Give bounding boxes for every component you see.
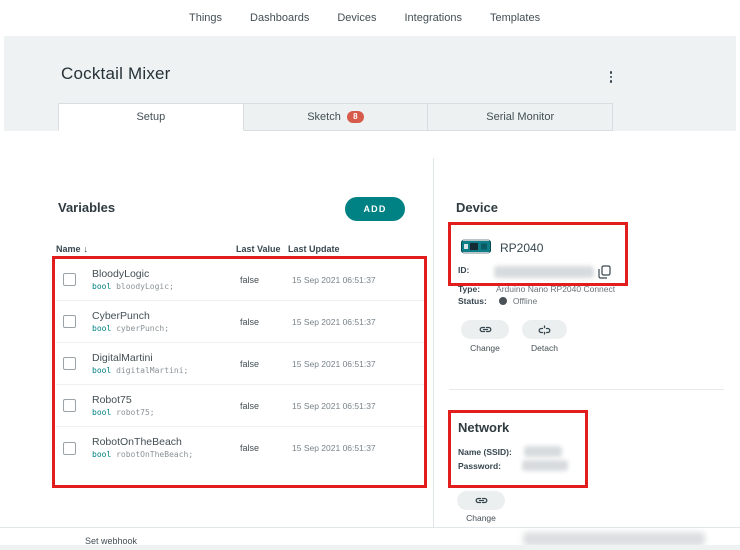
page-title: Cocktail Mixer (61, 64, 171, 84)
bottom-strip (0, 545, 740, 550)
chain-link-icon (479, 325, 492, 334)
tab-sketch[interactable]: Sketch 8 (244, 103, 429, 131)
device-id-value-redacted (494, 266, 594, 278)
variable-row[interactable]: RobotOnTheBeach bool robotOnTheBeach; fa… (56, 427, 424, 469)
sketch-badge: 8 (347, 111, 364, 123)
network-ssid-value-redacted (524, 446, 562, 457)
row-checkbox[interactable] (63, 273, 76, 286)
device-change-button[interactable] (461, 320, 509, 339)
variable-last-value: false (240, 359, 292, 369)
device-change-label: Change (461, 343, 509, 353)
footer-redacted-text (523, 532, 705, 546)
tab-sketch-label: Sketch (307, 111, 341, 123)
variables-table: BloodyLogic bool bloodyLogic; false 15 S… (56, 259, 424, 469)
variable-row[interactable]: DigitalMartini bool digitalMartini; fals… (56, 343, 424, 385)
variable-last-update: 15 Sep 2021 06:51:37 (292, 275, 424, 285)
variable-last-update: 15 Sep 2021 06:51:37 (292, 317, 424, 327)
device-detach-label: Detach (522, 343, 567, 353)
broken-chain-link-icon (538, 325, 551, 335)
device-heading: Device (456, 200, 498, 215)
nav-item-things[interactable]: Things (189, 12, 222, 24)
nav-item-integrations[interactable]: Integrations (404, 12, 461, 24)
variable-declaration: bool robotOnTheBeach; (92, 449, 240, 460)
row-checkbox[interactable] (63, 399, 76, 412)
variable-last-value: false (240, 317, 292, 327)
arduino-cloud-thing-page: Things Dashboards Devices Integrations T… (0, 0, 740, 550)
status-offline-dot-icon (499, 297, 507, 305)
network-change-button[interactable] (457, 491, 505, 510)
column-header-last-value: Last Value (236, 244, 288, 254)
column-header-last-update: Last Update (288, 244, 424, 254)
column-header-name[interactable]: Name↓ (56, 244, 236, 254)
row-checkbox[interactable] (63, 442, 76, 455)
variable-declaration: bool robot75; (92, 407, 240, 418)
column-name-label: Name (56, 244, 81, 254)
device-status-row: Status: Offline (458, 296, 537, 306)
top-navigation: Things Dashboards Devices Integrations T… (0, 0, 740, 36)
add-variable-button[interactable]: ADD (345, 197, 405, 221)
variable-name: RobotOnTheBeach (92, 435, 240, 449)
variable-name: DigitalMartini (92, 351, 240, 365)
chain-link-icon (475, 496, 488, 505)
sort-down-icon: ↓ (84, 244, 89, 254)
kebab-menu-icon[interactable] (604, 69, 618, 85)
variable-declaration: bool digitalMartini; (92, 365, 240, 376)
variable-last-value: false (240, 275, 292, 285)
device-type-value: Arduino Nano RP2040 Connect (496, 284, 615, 294)
device-detach-button[interactable] (522, 320, 567, 339)
device-type-row: Type: Arduino Nano RP2040 Connect (458, 284, 615, 294)
variable-last-update: 15 Sep 2021 06:51:37 (292, 359, 424, 369)
variable-last-update: 15 Sep 2021 06:51:37 (292, 443, 424, 453)
variables-table-header: Name↓ Last Value Last Update (56, 241, 424, 258)
variable-last-value: false (240, 443, 292, 453)
variable-last-value: false (240, 401, 292, 411)
tab-bar: Setup Sketch 8 Serial Monitor (58, 103, 613, 131)
variable-row[interactable]: BloodyLogic bool bloodyLogic; false 15 S… (56, 259, 424, 301)
device-name: RP2040 (500, 241, 543, 255)
nav-item-templates[interactable]: Templates (490, 12, 540, 24)
network-change-label: Change (457, 513, 505, 523)
column-divider (433, 158, 434, 527)
device-status-value: Offline (513, 296, 537, 306)
device-status-label: Status: (458, 296, 487, 306)
network-heading: Network (458, 420, 509, 435)
copy-icon[interactable] (598, 265, 611, 279)
network-password-label: Password: (458, 461, 501, 471)
device-id-label: ID: (458, 265, 469, 275)
device-type-label: Type: (458, 284, 480, 294)
tab-setup[interactable]: Setup (58, 103, 244, 131)
variables-heading: Variables (58, 200, 115, 215)
network-password-value-redacted (522, 460, 568, 471)
row-checkbox[interactable] (63, 315, 76, 328)
nav-links: Things Dashboards Devices Integrations T… (189, 12, 540, 24)
variable-name: CyberPunch (92, 309, 240, 323)
footer-divider (0, 527, 740, 528)
network-ssid-label: Name (SSID): (458, 447, 512, 457)
rp2040-board-icon (461, 238, 491, 255)
variable-declaration: bool cyberPunch; (92, 323, 240, 334)
nav-item-devices[interactable]: Devices (337, 12, 376, 24)
nav-item-dashboards[interactable]: Dashboards (250, 12, 309, 24)
tab-serial-monitor[interactable]: Serial Monitor (428, 103, 613, 131)
tab-serial-monitor-label: Serial Monitor (486, 111, 554, 123)
variable-name: BloodyLogic (92, 267, 240, 281)
variable-declaration: bool bloodyLogic; (92, 281, 240, 292)
tab-setup-label: Setup (136, 111, 165, 123)
row-checkbox[interactable] (63, 357, 76, 370)
variable-row[interactable]: CyberPunch bool cyberPunch; false 15 Sep… (56, 301, 424, 343)
section-divider (449, 389, 724, 390)
variable-last-update: 15 Sep 2021 06:51:37 (292, 401, 424, 411)
variable-row[interactable]: Robot75 bool robot75; false 15 Sep 2021 … (56, 385, 424, 427)
variable-name: Robot75 (92, 393, 240, 407)
